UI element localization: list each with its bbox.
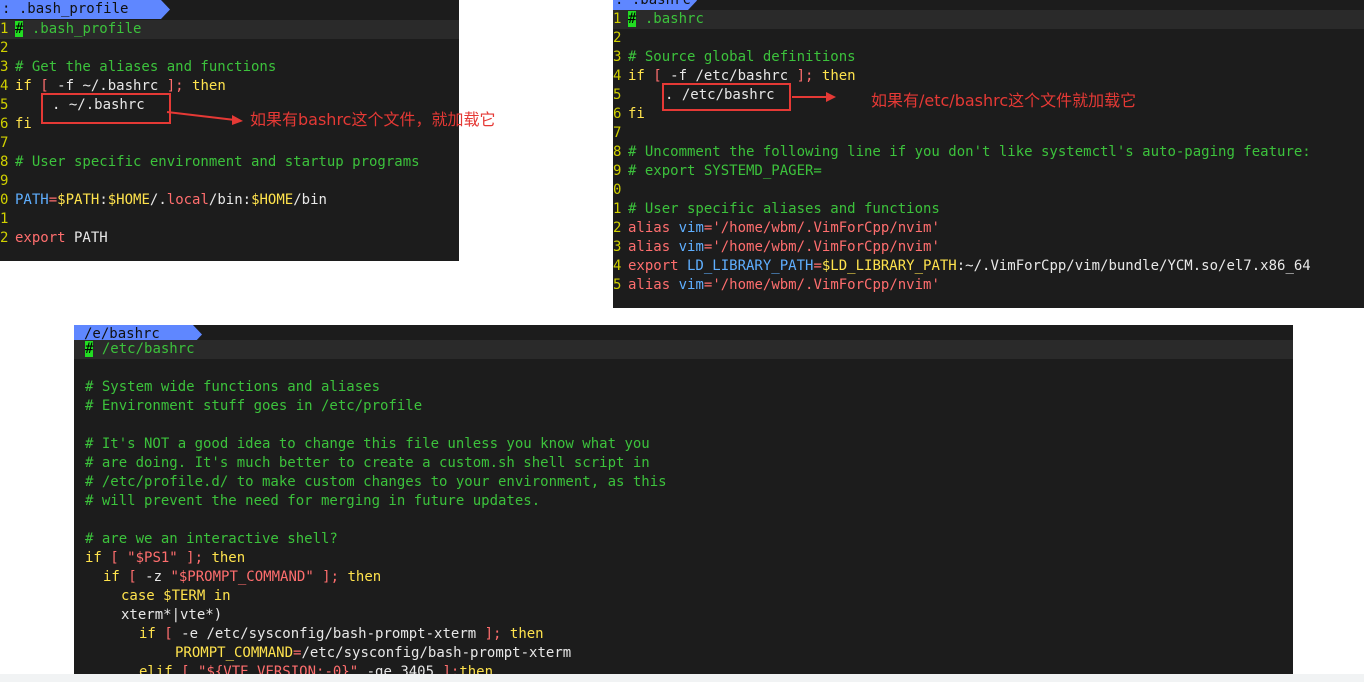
arrow-icon	[792, 92, 836, 102]
code-line: xterm*|vte*)	[121, 607, 223, 623]
code-line: 8 # User specific environment and startu…	[0, 154, 420, 170]
highlight-box-etc-bashrc-source	[662, 83, 791, 111]
buffer-tab-bashrc[interactable]: . .bashrc	[613, 0, 697, 10]
code-line: 6 fi	[0, 116, 32, 132]
code-line: 4 if [ -f ~/.bashrc ]; then	[0, 78, 226, 94]
buffer-tab-bash-profile[interactable]: : .bash_profile	[0, 0, 170, 19]
code-line: if [ -e /etc/sysconfig/bash-prompt-xterm…	[139, 626, 544, 642]
arrow-icon	[166, 111, 243, 125]
code-line: 1 # .bash_profile	[0, 20, 459, 39]
line-number: 1	[0, 21, 9, 37]
code-line: 0 PATH=$PATH:$HOME/.local/bin:$HOME/bin	[0, 192, 327, 208]
code-line: PROMPT_COMMAND=/etc/sysconfig/bash-promp…	[175, 645, 572, 661]
code-line: 8 # Uncomment the following line if you …	[613, 144, 1311, 160]
code-line: 9 # export SYSTEMD_PAGER=	[613, 163, 822, 179]
code-line: 4 export LD_LIBRARY_PATH=$LD_LIBRARY_PAT…	[613, 258, 1311, 274]
code-line: # /etc/bashrc	[74, 340, 1293, 359]
code-line: 1 # User specific aliases and functions	[613, 201, 940, 217]
code-line: 3 # Get the aliases and functions	[0, 59, 277, 75]
page-bottom-strip	[0, 674, 1364, 682]
code-line: 5 alias vim='/home/wbm/.VimForCpp/nvim'	[613, 277, 940, 293]
code-line: 3 # Source global definitions	[613, 49, 856, 65]
terminal-panel-etc-bashrc: /e/bashrc # /etc/bashrc # System wide fu…	[74, 325, 1293, 674]
code-line: 1 # .bashrc	[613, 10, 1364, 29]
terminal-panel-bashrc: . .bashrc 1 # .bashrc 2 3 # Source globa…	[613, 0, 1364, 308]
code-line: 2 alias vim='/home/wbm/.VimForCpp/nvim'	[613, 220, 940, 236]
code-line: 6 fi	[613, 106, 645, 122]
code-line: 4 if [ -f /etc/bashrc ]; then	[613, 68, 856, 84]
code-line: case $TERM in	[121, 588, 231, 604]
annotation-load-bashrc: 如果有bashrc这个文件，就加载它	[250, 110, 496, 129]
code-line: 5 . ~/.bashrc	[0, 97, 145, 113]
highlight-box-bashrc-source	[41, 93, 171, 124]
code-line: 5 . /etc/bashrc	[613, 87, 775, 103]
code-line: elif [ "${VTE_VERSION:-0}" -ge 3405 ];th…	[139, 664, 494, 674]
terminal-panel-bash-profile: : .bash_profile 1 # .bash_profile 2 3 # …	[0, 0, 459, 261]
annotation-load-etc-bashrc: 如果有/etc/bashrc这个文件就加载它	[871, 91, 1137, 110]
code-line: if [ "$PS1" ]; then	[85, 550, 246, 566]
code-line: 2 export PATH	[0, 230, 108, 246]
code-line: if [ -z "$PROMPT_COMMAND" ]; then	[103, 569, 382, 585]
code-line: 3 alias vim='/home/wbm/.VimForCpp/nvim'	[613, 239, 940, 255]
